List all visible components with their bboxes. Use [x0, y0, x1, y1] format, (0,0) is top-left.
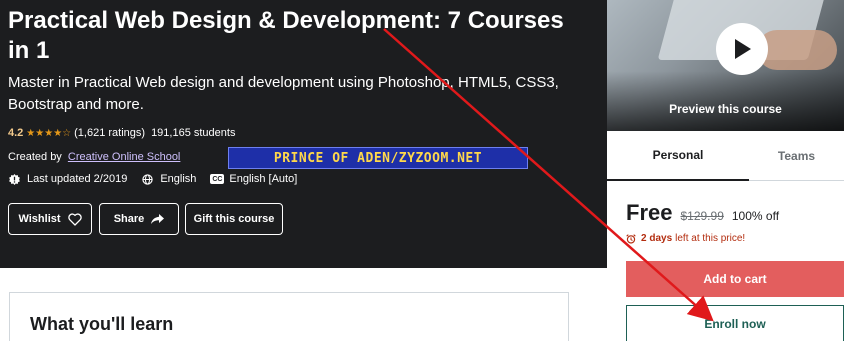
last-updated: Last updated 2/2019 — [8, 173, 127, 185]
heart-icon — [67, 212, 82, 226]
closed-captions-icon: CC — [210, 174, 225, 184]
alert-badge-icon — [8, 173, 20, 185]
student-count: 191,165 students — [151, 127, 236, 139]
course-subtitle: Master in Practical Web design and devel… — [8, 74, 559, 113]
creator-link[interactable]: Creative Online School — [68, 151, 181, 163]
original-price: $129.99 — [680, 209, 724, 223]
preview-thumbnail-hand — [757, 30, 837, 70]
watermark-banner: PRINCE OF ADEN/ZYZOOM.NET — [228, 147, 528, 169]
play-icon[interactable] — [716, 23, 768, 75]
what-you-will-learn-section: What you'll learn — [9, 292, 569, 341]
share-arrow-icon — [151, 213, 165, 225]
created-by-label: Created by — [8, 151, 62, 163]
course-preview-video[interactable]: Preview this course — [607, 0, 844, 131]
creator-row: Created by Creative Online School — [8, 151, 180, 163]
gift-course-button[interactable]: Gift this course — [185, 203, 283, 235]
rating-value: 4.2 — [8, 127, 24, 139]
current-price: Free — [626, 200, 673, 225]
enroll-now-button[interactable]: Enroll now — [626, 305, 844, 341]
captions: CC English [Auto] — [210, 173, 297, 185]
star-icon: ★★★★☆ — [26, 127, 72, 139]
purchase-sidebar: Preview this course Personal Teams Free … — [607, 0, 844, 341]
add-to-cart-button[interactable]: Add to cart — [626, 261, 844, 297]
preview-shade — [607, 71, 844, 131]
discount-percent: 100% off — [731, 209, 780, 223]
preview-course-label: Preview this course — [669, 102, 782, 116]
wishlist-label: Wishlist — [18, 213, 61, 225]
rating-row: 4.2 ★★★★☆ (1,621 ratings) 191,165 studen… — [8, 127, 235, 139]
purchase-tabs: Personal Teams — [607, 131, 844, 181]
course-title: Practical Web Design & Development: 7 Co… — [8, 7, 564, 64]
price-timer: 2 days left at this price! — [626, 233, 745, 244]
tab-teams[interactable]: Teams — [749, 131, 844, 181]
share-label: Share — [113, 213, 145, 225]
globe-icon — [141, 173, 153, 185]
timer-days: 2 days — [641, 233, 673, 244]
tab-personal[interactable]: Personal — [607, 131, 749, 181]
last-updated-text: Last updated 2/2019 — [27, 173, 128, 185]
course-meta-row: Last updated 2/2019 English CC English [… — [8, 173, 311, 185]
wishlist-button[interactable]: Wishlist — [8, 203, 92, 235]
language-text: English — [160, 173, 197, 185]
what-you-will-learn-title: What you'll learn — [30, 314, 174, 334]
share-button[interactable]: Share — [99, 203, 179, 235]
timer-text: left at this price! — [675, 233, 746, 244]
rating-count-link[interactable]: (1,621 ratings) — [74, 127, 145, 139]
alarm-clock-icon — [626, 233, 636, 244]
price-row: Free $129.99 100% off — [626, 200, 779, 226]
captions-text: English [Auto] — [229, 173, 298, 185]
language: English — [141, 173, 196, 185]
